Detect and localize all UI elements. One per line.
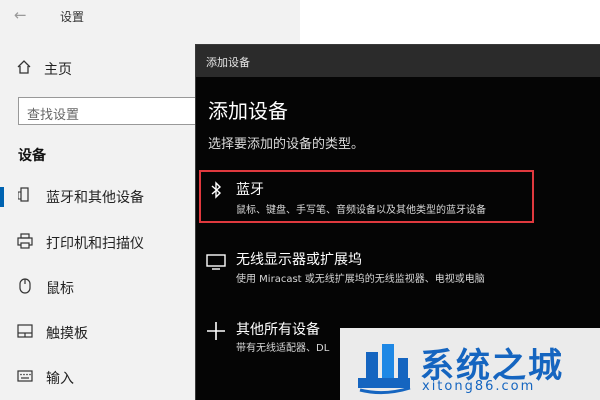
option-wireless-display[interactable]: 无线显示器或扩展坞 使用 Miracast 或无线扩展坞的无线监视器、电视或电脑 — [196, 245, 600, 293]
watermark-logo-icon — [352, 334, 416, 396]
settings-title: 设置 — [60, 10, 85, 24]
dialog-subtitle: 选择要添加的设备的类型。 — [208, 137, 365, 152]
nav-home[interactable]: 主页 — [16, 58, 72, 80]
keyboard-icon — [16, 370, 34, 386]
home-icon — [16, 59, 34, 79]
bluetooth-devices-icon — [16, 187, 34, 207]
section-title: 设备 — [18, 148, 46, 164]
dialog-window-title: 添加设备 — [206, 56, 250, 69]
option-name: 无线显示器或扩展坞 — [236, 252, 362, 268]
sidebar-item-label: 触摸板 — [46, 326, 88, 342]
highlight-box — [199, 170, 534, 223]
settings-titlebar: ← 设置 — [0, 0, 300, 32]
option-description: 带有无线适配器、DL — [236, 343, 330, 354]
watermark: 系统之城 xitong86.com — [340, 328, 600, 400]
sidebar-item-label: 输入 — [46, 371, 74, 387]
search-placeholder: 查找设置 — [27, 108, 80, 123]
search-input[interactable]: 查找设置 — [18, 97, 218, 125]
mouse-icon — [16, 278, 34, 298]
option-description: 使用 Miracast 或无线扩展坞的无线监视器、电视或电脑 — [236, 274, 485, 285]
plus-icon — [204, 321, 228, 345]
monitor-icon — [204, 254, 228, 274]
touchpad-icon — [16, 324, 34, 342]
sidebar-item-label: 鼠标 — [46, 281, 74, 297]
sidebar-item-label: 打印机和扫描仪 — [46, 236, 144, 252]
dialog-heading: 添加设备 — [208, 99, 288, 123]
option-name: 其他所有设备 — [236, 322, 320, 338]
sidebar-item-label: 蓝牙和其他设备 — [46, 190, 144, 206]
watermark-url: xitong86.com — [422, 379, 536, 394]
back-arrow-icon[interactable]: ← — [14, 6, 27, 24]
dialog-titlebar: 添加设备 — [196, 45, 600, 77]
selected-indicator — [0, 187, 4, 207]
home-label: 主页 — [44, 62, 72, 78]
printer-icon — [16, 233, 34, 253]
